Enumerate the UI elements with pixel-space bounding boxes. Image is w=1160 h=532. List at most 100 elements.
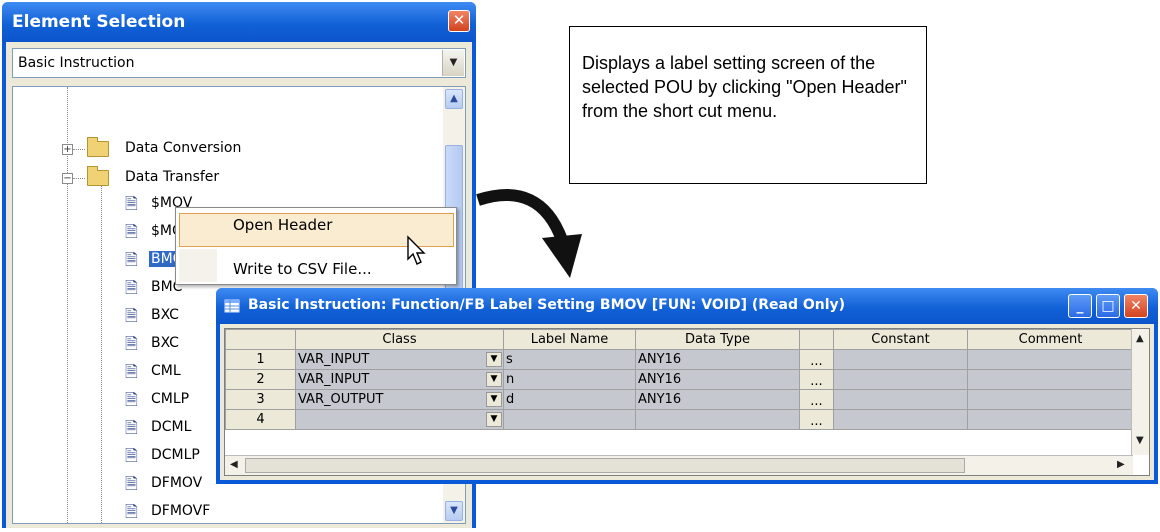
- open-header-label: Open Header: [233, 216, 333, 234]
- category-dropdown[interactable]: Basic Instruction ▼: [12, 48, 466, 78]
- document-icon: 🗎: [125, 250, 138, 269]
- tree-item-label: DFMOVF: [151, 503, 211, 519]
- data-type-browse-button[interactable]: ...: [799, 369, 834, 390]
- constant-cell[interactable]: [833, 369, 968, 390]
- row-number: 1: [225, 349, 296, 370]
- tree-connector: [73, 178, 85, 179]
- collapse-icon[interactable]: −: [62, 173, 73, 184]
- table-row: 3 VAR_OUTPUT ▼ d ANY16 ...: [225, 389, 1134, 410]
- document-icon: 🗎: [125, 362, 138, 381]
- constant-cell[interactable]: [833, 389, 968, 410]
- tree-folder-data-transfer[interactable]: Data Transfer: [99, 167, 299, 189]
- chevron-down-icon[interactable]: ▼: [486, 392, 502, 407]
- element-selection-titlebar: Element Selection ✕: [2, 2, 476, 42]
- minimize-icon[interactable]: _: [1068, 294, 1092, 318]
- data-type-cell[interactable]: ANY16: [635, 369, 800, 390]
- table-row: 2 VAR_INPUT ▼ n ANY16 ...: [225, 369, 1134, 390]
- chevron-down-icon[interactable]: ▼: [442, 50, 464, 76]
- description-callout: Displays a label setting screen of the s…: [569, 26, 927, 184]
- document-icon: 🗎: [125, 222, 138, 241]
- chevron-down-icon[interactable]: ▼: [486, 352, 502, 367]
- label-setting-title: Basic Instruction: Function/FB Label Set…: [248, 297, 846, 313]
- document-icon: 🗎: [125, 446, 138, 465]
- tree-connector: [73, 149, 85, 150]
- scroll-right-icon[interactable]: ▶: [1117, 459, 1125, 470]
- comment-cell[interactable]: [967, 349, 1134, 370]
- label-name-cell[interactable]: [503, 409, 636, 430]
- label-table: Class Label Name Data Type Constant Comm…: [225, 329, 1134, 430]
- tree-item-label: BXC: [151, 335, 179, 351]
- column-header-class[interactable]: Class: [295, 329, 504, 350]
- chevron-down-icon[interactable]: ▼: [486, 412, 502, 427]
- class-cell[interactable]: VAR_INPUT ▼: [295, 349, 504, 370]
- comment-cell[interactable]: [967, 389, 1134, 410]
- comment-cell[interactable]: [967, 409, 1134, 430]
- close-icon[interactable]: ✕: [1124, 294, 1148, 318]
- tree-folder-label: Data Transfer: [125, 169, 220, 185]
- tree-item-label: CML: [151, 363, 181, 379]
- table-icon: [224, 299, 240, 313]
- expand-icon[interactable]: +: [62, 144, 73, 155]
- category-dropdown-value: Basic Instruction: [18, 55, 135, 71]
- scroll-down-icon[interactable]: ▼: [1136, 435, 1144, 446]
- row-number: 3: [225, 389, 296, 410]
- label-setting-titlebar: Basic Instruction: Function/FB Label Set…: [216, 288, 1158, 324]
- class-cell[interactable]: ▼: [295, 409, 504, 430]
- class-value: VAR_OUTPUT: [298, 392, 384, 407]
- column-header-comment[interactable]: Comment: [967, 329, 1134, 350]
- column-header-data-type[interactable]: Data Type: [635, 329, 800, 350]
- column-header-label-name[interactable]: Label Name: [503, 329, 636, 350]
- tree-item-label: DCML: [151, 419, 192, 435]
- document-icon: 🗎: [125, 390, 138, 409]
- description-text: Displays a label setting screen of the s…: [582, 53, 907, 121]
- scroll-up-icon[interactable]: ▲: [445, 89, 463, 109]
- scroll-down-icon[interactable]: ▼: [445, 501, 463, 521]
- column-header: [799, 329, 834, 350]
- constant-cell[interactable]: [833, 409, 968, 430]
- data-type-cell[interactable]: ANY16: [635, 349, 800, 370]
- tree-folder-data-conversion[interactable]: Data Conversion: [99, 138, 299, 160]
- data-type-browse-button[interactable]: ...: [799, 389, 834, 410]
- scroll-left-icon[interactable]: ◀: [230, 459, 238, 470]
- scrollbar-thumb[interactable]: [245, 458, 965, 473]
- constant-cell[interactable]: [833, 349, 968, 370]
- class-cell[interactable]: VAR_OUTPUT ▼: [295, 389, 504, 410]
- column-header-constant[interactable]: Constant: [833, 329, 968, 350]
- tree-item-label: DCMLP: [151, 447, 200, 463]
- curved-arrow-icon: [476, 189, 582, 278]
- chevron-down-icon[interactable]: ▼: [486, 372, 502, 387]
- label-name-cell[interactable]: n: [503, 369, 636, 390]
- table-row: 4 ▼ ...: [225, 409, 1134, 430]
- comment-cell[interactable]: [967, 369, 1134, 390]
- data-type-cell[interactable]: ANY16: [635, 389, 800, 410]
- scroll-up-icon[interactable]: ▲: [1136, 333, 1144, 344]
- grid-horizontal-scrollbar[interactable]: ◀ ▶: [225, 455, 1133, 475]
- label-grid: Class Label Name Data Type Constant Comm…: [224, 328, 1150, 476]
- document-icon: 🗎: [125, 502, 138, 521]
- document-icon: 🗎: [125, 334, 138, 353]
- class-value: VAR_INPUT: [298, 352, 370, 367]
- data-type-browse-button[interactable]: ...: [799, 349, 834, 370]
- row-number: 2: [225, 369, 296, 390]
- write-csv-menu-item[interactable]: Write to CSV File...: [233, 260, 372, 278]
- tree-folder-label: Data Conversion: [125, 140, 242, 156]
- tree-item-label: BXC: [151, 307, 179, 323]
- class-value: VAR_INPUT: [298, 372, 370, 387]
- label-name-cell[interactable]: d: [503, 389, 636, 410]
- close-icon[interactable]: ✕: [448, 10, 470, 32]
- document-icon: 🗎: [125, 418, 138, 437]
- class-cell[interactable]: VAR_INPUT ▼: [295, 369, 504, 390]
- maximize-icon[interactable]: □: [1096, 294, 1120, 318]
- label-name-cell[interactable]: s: [503, 349, 636, 370]
- label-setting-body: Class Label Name Data Type Constant Comm…: [220, 324, 1154, 480]
- column-header: [225, 329, 296, 350]
- data-type-cell[interactable]: [635, 409, 800, 430]
- document-icon: 🗎: [125, 306, 138, 325]
- table-row: 1 VAR_INPUT ▼ s ANY16 ...: [225, 349, 1134, 370]
- tree-item[interactable]: 🗎 DFMOVF: [125, 501, 325, 523]
- document-icon: 🗎: [125, 278, 138, 297]
- document-icon: 🗎: [125, 474, 138, 493]
- data-type-browse-button[interactable]: ...: [799, 409, 834, 430]
- tree-item-label: CMLP: [151, 391, 190, 407]
- grid-vertical-scrollbar[interactable]: ▲ ▼: [1131, 329, 1149, 455]
